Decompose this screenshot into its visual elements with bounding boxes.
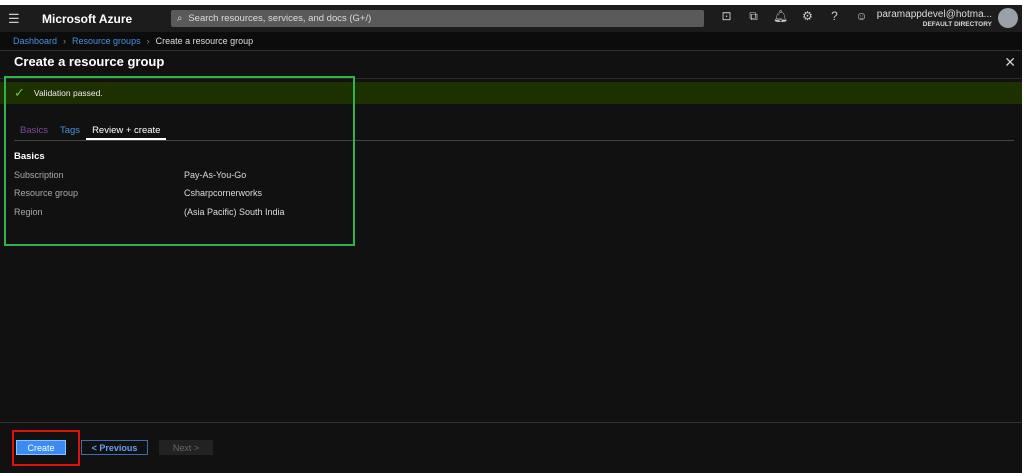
azure-portal: ☰ Microsoft Azure ⌕ Search resources, ser… xyxy=(0,5,1022,473)
breadcrumb: Dashboard › Resource groups › Create a res… xyxy=(0,32,1022,51)
help-icon[interactable]: ? xyxy=(826,9,843,24)
breadcrumb-resource-groups[interactable]: Resource groups xyxy=(72,36,141,46)
chevron-right-icon: › xyxy=(146,36,150,46)
cloud-shell-icon[interactable]: ⊡ xyxy=(718,9,735,24)
page-title: Create a resource group xyxy=(14,54,165,69)
menu-icon[interactable]: ☰ xyxy=(8,11,22,27)
brand[interactable]: Microsoft Azure xyxy=(42,12,170,26)
search-placeholder: Search resources, services, and docs (G+… xyxy=(188,13,372,24)
next-button[interactable]: Next > xyxy=(159,440,213,455)
top-bar: ☰ Microsoft Azure ⌕ Search resources, ser… xyxy=(0,5,1022,32)
directory-name: DEFAULT DIRECTORY xyxy=(922,21,992,28)
gear-icon[interactable]: ⚙ xyxy=(799,9,816,24)
breadcrumb-current: Create a resource group xyxy=(155,36,254,46)
feedback-icon[interactable]: ☺ xyxy=(853,9,870,24)
search-icon: ⌕ xyxy=(177,13,183,24)
highlight-box xyxy=(12,430,80,466)
account-menu[interactable]: paramappdevel@hotma... DEFAULT DIRECTORY xyxy=(877,9,992,28)
bell-icon[interactable]: 🔔︎ xyxy=(772,9,789,24)
user-name: paramappdevel@hotma... xyxy=(876,9,992,20)
avatar[interactable] xyxy=(998,8,1018,28)
breadcrumb-dashboard[interactable]: Dashboard xyxy=(13,36,57,46)
directory-filter-icon[interactable]: ⧉ xyxy=(745,9,762,24)
highlight-box xyxy=(4,76,355,246)
close-icon[interactable]: ✕ xyxy=(1004,54,1016,71)
previous-button[interactable]: < Previous xyxy=(81,440,148,455)
divider xyxy=(0,422,1022,423)
chevron-right-icon: › xyxy=(63,36,67,46)
search-input[interactable]: ⌕ Search resources, services, and docs (G… xyxy=(171,10,704,27)
